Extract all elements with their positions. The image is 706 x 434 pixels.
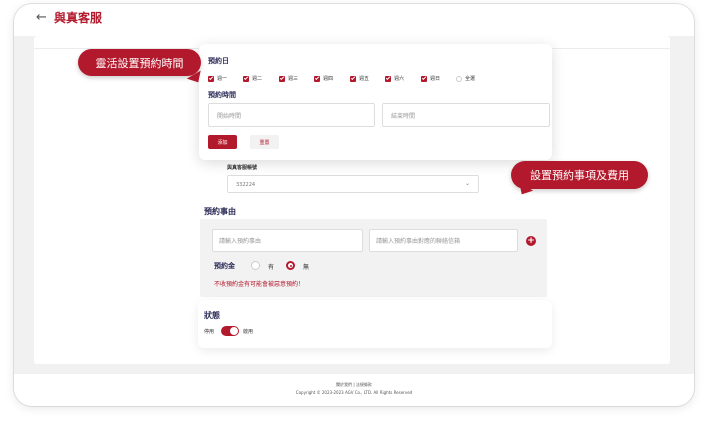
deposit-yes-label: 有 xyxy=(268,264,275,271)
day-checkbox-fri[interactable]: 週五 xyxy=(350,75,369,82)
plus-circle-icon[interactable]: + xyxy=(526,236,536,246)
status-on-label: 啟用 xyxy=(243,329,254,335)
contact-email-input[interactable]: 請輸入預約事由對應的聯絡信箱 xyxy=(369,229,518,252)
deposit-yes-radio[interactable] xyxy=(251,261,260,270)
checkbox-icon xyxy=(279,75,285,82)
deposit-warning: 不收預約金有可能會被惡意預約！ xyxy=(214,281,305,288)
status-off-label: 停用 xyxy=(204,329,215,335)
day-checkbox-tue[interactable]: 週二 xyxy=(243,75,262,82)
deposit-no-label: 無 xyxy=(303,264,310,271)
schedule-popup: 預約日 週一 週二 週三 週四 週五 週六 週日 全選 預約時間 開始時間 結束… xyxy=(199,44,552,160)
checkbox-icon xyxy=(385,75,391,82)
day-checkbox-all[interactable]: 全選 xyxy=(456,75,475,82)
deposit-label: 預約金 xyxy=(214,262,235,270)
footer-links[interactable]: 關於我們 | 法規條款 xyxy=(14,382,694,388)
day-checkbox-wed[interactable]: 週三 xyxy=(279,75,298,82)
end-time-input[interactable]: 結束時間 xyxy=(382,103,550,127)
checkbox-icon xyxy=(314,75,320,82)
day-checkbox-thu[interactable]: 週四 xyxy=(314,75,333,82)
callout-schedule: 靈活設置預約時間 xyxy=(78,49,201,76)
arrow-left-icon[interactable]: ← xyxy=(36,10,47,25)
checkbox-icon xyxy=(421,75,427,82)
top-bar: ← 與真客服 xyxy=(14,4,694,36)
days-title: 預約日 xyxy=(208,57,229,65)
day-checkbox-sun[interactable]: 週日 xyxy=(421,75,440,82)
account-value: 332224 xyxy=(236,182,256,188)
reason-input[interactable]: 請輸入預約事由 xyxy=(212,229,363,252)
reset-button[interactable]: 重置 xyxy=(250,135,279,149)
page-title: 與真客服 xyxy=(54,11,103,25)
time-title: 預約時間 xyxy=(208,91,236,99)
callout-reason: 設置預約事項及費用 xyxy=(511,161,648,189)
chevron-down-icon: ⌄ xyxy=(464,180,470,187)
day-checkbox-mon[interactable]: 週一 xyxy=(208,75,227,82)
status-card xyxy=(198,300,552,348)
radio-icon xyxy=(456,75,462,82)
checkbox-icon xyxy=(208,75,214,82)
footer: 關於我們 | 法規條款 Copyright © 2023-2023 AGV Co… xyxy=(14,374,694,406)
account-label: 與真客服帳號 xyxy=(227,165,258,171)
account-select[interactable]: 332224 ⌄ xyxy=(227,175,479,193)
add-button[interactable]: 添加 xyxy=(208,135,237,149)
status-toggle[interactable] xyxy=(221,326,239,336)
reason-title: 預約事由 xyxy=(204,207,236,216)
status-title: 狀態 xyxy=(204,311,220,320)
start-time-input[interactable]: 開始時間 xyxy=(208,103,375,127)
checkbox-icon xyxy=(243,75,249,82)
deposit-no-radio[interactable] xyxy=(286,261,295,270)
checkbox-icon xyxy=(350,75,356,82)
day-checkbox-sat[interactable]: 週六 xyxy=(385,75,404,82)
footer-copyright: Copyright © 2023-2023 AGV Co., LTD. All … xyxy=(295,390,413,395)
